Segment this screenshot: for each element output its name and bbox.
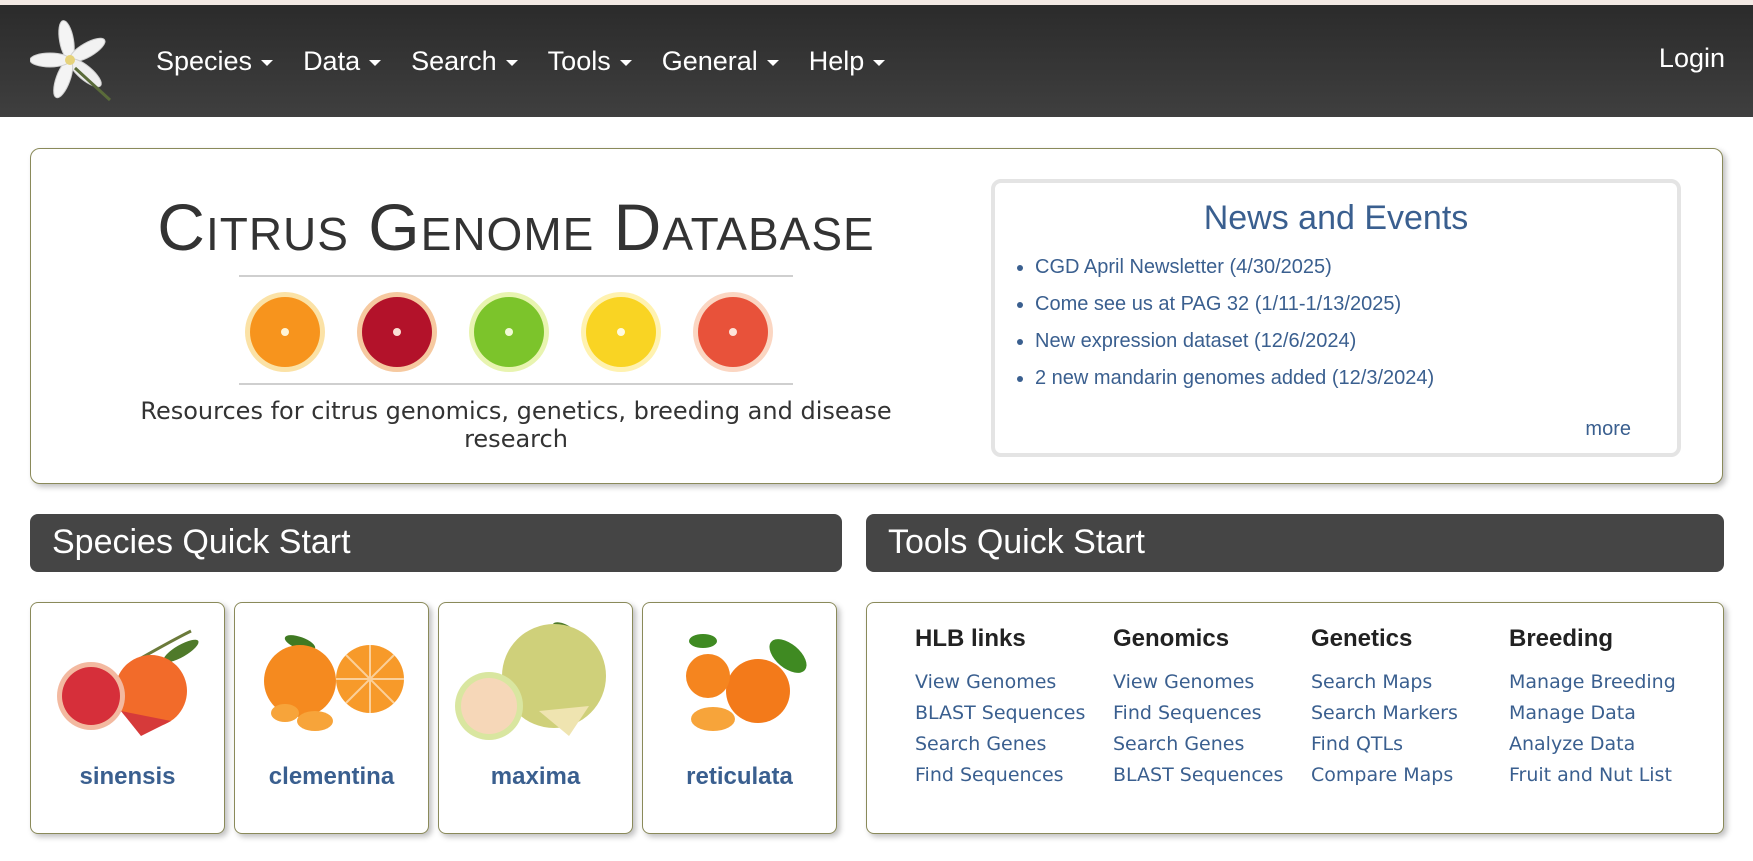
species-label[interactable]: reticulata <box>643 763 836 791</box>
nav-help[interactable]: Help <box>809 46 886 77</box>
species-card-reticulata[interactable]: reticulata <box>642 602 837 834</box>
nav-data[interactable]: Data <box>303 45 382 77</box>
tool-link[interactable]: View Genomes <box>915 671 1105 693</box>
site-title: Citrus Genome Database <box>157 190 875 264</box>
tools-column-heading: HLB links <box>915 625 1026 652</box>
caret-down-icon <box>619 59 632 66</box>
tool-link[interactable]: Analyze Data <box>1509 733 1699 755</box>
nav-species[interactable]: Species <box>156 45 274 77</box>
news-title: News and Events <box>1203 199 1469 237</box>
tools-column-heading: Genomics <box>1113 625 1230 652</box>
tool-link[interactable]: BLAST Sequences <box>915 702 1105 724</box>
tool-link[interactable]: Search Genes <box>915 733 1105 755</box>
tools-quick-start-panel: HLB links View Genomes BLAST Sequences S… <box>866 602 1724 834</box>
nav-general-label: General <box>661 45 758 76</box>
tool-link[interactable]: Search Maps <box>1311 671 1501 693</box>
clementine-image <box>264 635 404 731</box>
blood-orange-image <box>57 629 199 736</box>
tools-column-breeding: Breeding Manage Breeding Manage Data Ana… <box>1509 625 1699 795</box>
news-and-events-box: News and Events CGD April Newsletter (4/… <box>991 179 1681 457</box>
species-card-clementina[interactable]: clementina <box>234 602 429 834</box>
login-link[interactable]: Login <box>1659 43 1725 74</box>
tool-link[interactable]: BLAST Sequences <box>1113 764 1303 786</box>
caret-down-icon <box>766 59 779 66</box>
tool-link[interactable]: Compare Maps <box>1311 764 1501 786</box>
site-subtitle: Resources for citrus genomics, genetics,… <box>140 397 892 453</box>
tools-quick-start-header: Tools Quick Start <box>866 514 1724 572</box>
tool-link[interactable]: Find Sequences <box>1113 702 1303 724</box>
nav-tools[interactable]: Tools <box>548 46 632 77</box>
tools-column-heading: Genetics <box>1311 625 1413 652</box>
navbar: Species Data Search Tools General Help L… <box>0 5 1753 117</box>
tool-link[interactable]: Search Genes <box>1113 733 1303 755</box>
pomelo-image <box>455 622 606 740</box>
tool-link[interactable]: Find Sequences <box>915 764 1105 786</box>
caret-down-icon <box>873 59 886 66</box>
nav-search[interactable]: Search <box>411 46 518 77</box>
mandarin-image <box>686 634 807 731</box>
tool-link[interactable]: Manage Data <box>1509 702 1699 724</box>
nav-general[interactable]: General <box>662 46 779 77</box>
news-item[interactable]: New expression dataset (12/6/2024) <box>1035 330 1677 353</box>
news-item-link[interactable]: CGD April Newsletter (4/30/2025) <box>1035 256 1332 278</box>
caret-down-icon <box>261 59 274 66</box>
nav-species-label: Species <box>156 45 253 76</box>
hero-panel: Citrus Genome Database Resources for cit… <box>30 148 1723 484</box>
news-item-link[interactable]: New expression dataset (12/6/2024) <box>1035 330 1356 352</box>
brand-banner: Citrus Genome Database Resources for cit… <box>91 189 941 453</box>
fruit-slices-row <box>239 275 793 385</box>
tools-column-heading: Breeding <box>1509 625 1614 652</box>
species-label[interactable]: sinensis <box>31 763 224 791</box>
tool-link[interactable]: Manage Breeding <box>1509 671 1699 693</box>
news-item-link[interactable]: 2 new mandarin genomes added (12/3/2024) <box>1035 367 1434 389</box>
species-label[interactable]: clementina <box>235 763 428 791</box>
news-item-link[interactable]: Come see us at PAG 32 (1/11-1/13/2025) <box>1035 293 1401 315</box>
species-quick-start-header: Species Quick Start <box>30 514 842 572</box>
tool-link[interactable]: Fruit and Nut List <box>1509 764 1699 786</box>
news-item[interactable]: CGD April Newsletter (4/30/2025) <box>1035 256 1677 279</box>
citrus-slices-image <box>245 292 773 372</box>
nav-tools-label: Tools <box>547 45 611 76</box>
caret-down-icon <box>505 59 518 66</box>
species-label[interactable]: maxima <box>439 763 632 791</box>
news-item[interactable]: 2 new mandarin genomes added (12/3/2024) <box>1035 367 1677 390</box>
news-list: CGD April Newsletter (4/30/2025) Come se… <box>995 256 1677 390</box>
tools-column-genetics: Genetics Search Maps Search Markers Find… <box>1311 625 1501 795</box>
species-card-maxima[interactable]: maxima <box>438 602 633 834</box>
tools-column-hlb: HLB links View Genomes BLAST Sequences S… <box>915 625 1105 795</box>
news-item[interactable]: Come see us at PAG 32 (1/11-1/13/2025) <box>1035 293 1677 316</box>
citrus-blossom-logo[interactable] <box>30 18 116 104</box>
news-more-link[interactable]: more <box>1585 418 1631 441</box>
tools-column-genomics: Genomics View Genomes Find Sequences Sea… <box>1113 625 1303 795</box>
species-card-sinensis[interactable]: sinensis <box>30 602 225 834</box>
nav-search-label: Search <box>411 45 497 76</box>
tool-link[interactable]: Search Markers <box>1311 702 1501 724</box>
nav-data-label: Data <box>303 45 361 76</box>
tool-link[interactable]: View Genomes <box>1113 671 1303 693</box>
tool-link[interactable]: Find QTLs <box>1311 733 1501 755</box>
caret-down-icon <box>369 59 382 66</box>
nav-help-label: Help <box>808 45 865 76</box>
